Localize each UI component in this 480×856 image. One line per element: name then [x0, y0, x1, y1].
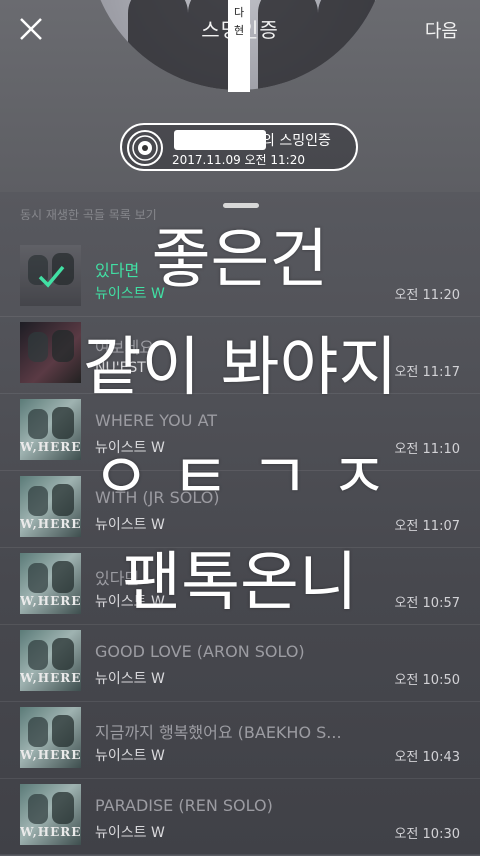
album-logo-text: W,HERE — [20, 825, 81, 839]
album-thumbnail: W,HERE — [20, 784, 81, 845]
sheet-subtitle: 동시 재생한 곡들 목록 보기 — [20, 208, 157, 220]
song-title: WHERE YOU AT — [95, 411, 218, 430]
song-row[interactable]: W,HERE PARADISE (REN SOLO) 뉴이스트 W 오전 10:… — [0, 778, 480, 856]
song-artist: 뉴이스트 W — [95, 825, 165, 841]
disc-icon — [127, 130, 163, 166]
header: 스밍인증 다 현 다음 의 스밍인증 2017.11.09 오전 11:20 — [0, 0, 480, 192]
song-played-time: 오전 10:30 — [394, 827, 460, 842]
caption-line-4: 팬톡온니 — [122, 546, 358, 620]
username-redaction — [174, 130, 266, 150]
vertical-name-tag: 다 현 — [228, 0, 250, 92]
album-logo-text: W,HERE — [20, 748, 81, 762]
album-thumbnail: W,HERE — [20, 630, 81, 691]
streaming-auth-badge: 의 스밍인증 2017.11.09 오전 11:20 — [120, 123, 358, 171]
song-row[interactable]: W,HERE 지금까지 행복했어요 (BAEKHO S... 뉴이스트 W 오전… — [0, 701, 480, 779]
song-played-time: 오전 10:43 — [394, 750, 460, 765]
song-artist: 뉴이스트 W — [95, 671, 165, 687]
song-artist: 뉴이스트 W — [95, 517, 165, 533]
next-button[interactable]: 다음 — [425, 17, 458, 43]
vertical-tag-text: 다 현 — [233, 6, 245, 37]
caption-line-1: 좋은건 — [151, 223, 329, 297]
song-title: GOOD LOVE (ARON SOLO) — [95, 642, 305, 661]
auth-suffix-label: 의 스밍인증 — [262, 133, 331, 149]
song-title: PARADISE (REN SOLO) — [95, 796, 273, 815]
album-logo-text: W,HERE — [20, 671, 81, 685]
album-thumbnail: W,HERE — [20, 707, 81, 768]
song-row[interactable]: W,HERE GOOD LOVE (ARON SOLO) 뉴이스트 W 오전 1… — [0, 624, 480, 702]
caption-line-3: ㅇ ㅌ ㄱ ㅈ — [91, 441, 389, 515]
song-title: 지금까지 행복했어요 (BAEKHO S... — [95, 723, 342, 742]
album-logo-text: W,HERE — [20, 517, 81, 531]
sheet-drag-handle[interactable] — [223, 203, 259, 208]
caption-line-2: 같이 봐야지 — [82, 331, 398, 405]
song-artist: 뉴이스트 W — [95, 748, 165, 764]
song-played-time: 오전 10:50 — [394, 673, 460, 688]
auth-timestamp: 2017.11.09 오전 11:20 — [172, 153, 305, 167]
song-played-time: 오전 11:07 — [394, 519, 460, 534]
